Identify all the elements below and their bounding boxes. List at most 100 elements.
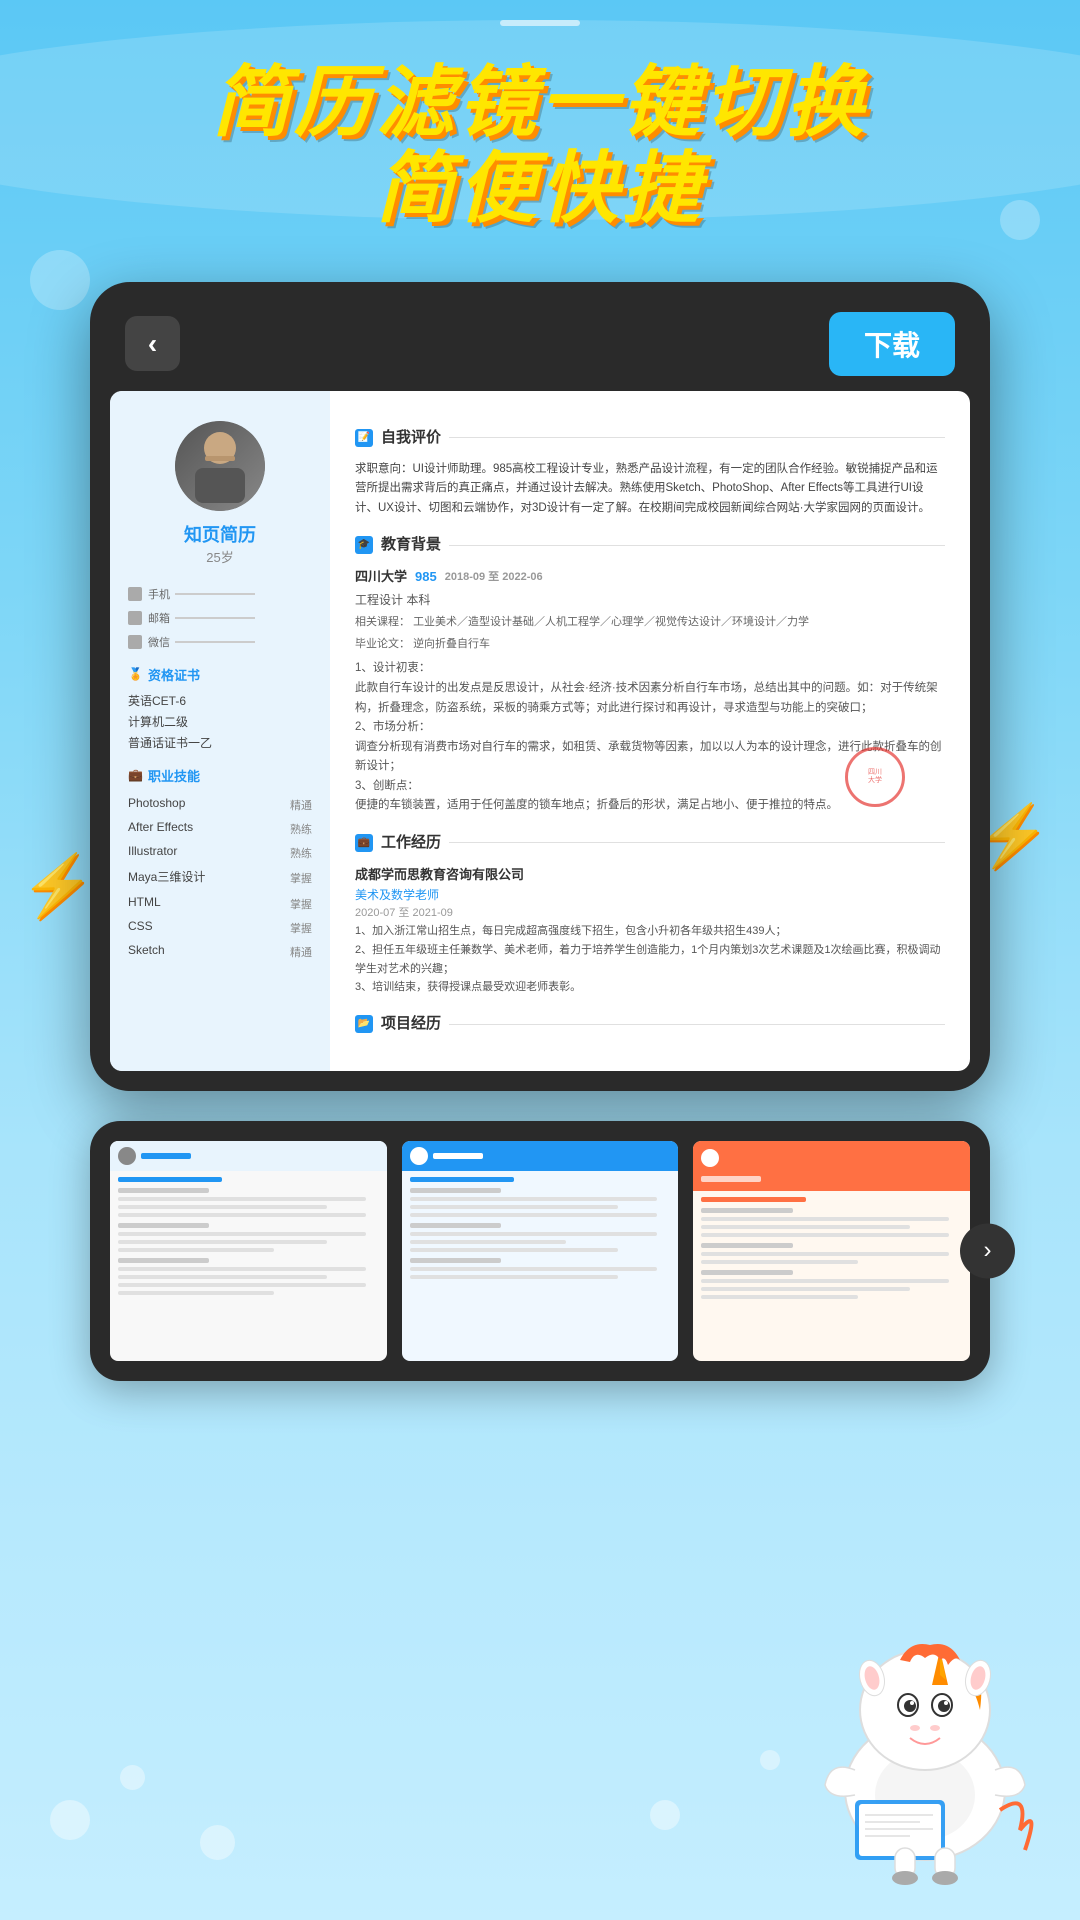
thesis-content: 逆向折叠自行车: [413, 638, 490, 650]
project-title: 项目经历: [381, 1012, 441, 1036]
skill-name-5: CSS: [128, 919, 153, 933]
thumb-body-2: [402, 1171, 679, 1361]
download-button[interactable]: 下载: [829, 312, 955, 376]
school-stamp: 四川大学: [845, 747, 905, 807]
work-desc3: 3、培训结束，获得授课点最受欢迎老师表彰。: [355, 978, 945, 997]
skill-level-4: 掌握: [290, 896, 312, 912]
thumb-avatar-2: [410, 1147, 428, 1165]
contact-email-row: 邮箱: [128, 610, 312, 626]
thumb-avatar-3: [701, 1149, 719, 1167]
edu-courses: 相关课程： 工业美术／造型设计基础／人机工程学／心理学／视觉传达设计／环境设计／…: [355, 614, 945, 632]
avatar-placeholder: [175, 421, 265, 511]
bubble-1: [50, 1800, 90, 1840]
thumb-name-2: [433, 1153, 483, 1159]
next-icon: ›: [984, 1237, 992, 1265]
certificates-list: 英语CET-6 计算机二级 普通话证书一乙: [128, 692, 312, 751]
self-eval-line: [449, 437, 945, 438]
title-line1: 简历滤镜一键切换: [212, 58, 868, 146]
thumb-header-3: [693, 1141, 970, 1191]
thumbnails-row: [110, 1141, 970, 1361]
wechat-value-line: [175, 641, 255, 643]
wechat-icon: [128, 635, 142, 649]
contact-phone-row: 手机: [128, 586, 312, 602]
thumb-content-1: [110, 1141, 387, 1361]
back-button[interactable]: ‹: [125, 316, 180, 371]
title-line2: 简便快捷: [0, 146, 1080, 232]
thumb-avatar-1: [118, 1147, 136, 1165]
skill-name-3: Maya三维设计: [128, 868, 205, 885]
education-icon: 🎓: [355, 536, 373, 554]
work-header: 💼 工作经历: [355, 831, 945, 855]
skill-row-1: After Effects 熟练: [128, 817, 312, 841]
skill-name-0: Photoshop: [128, 796, 185, 810]
avatar-area: 知页简历 25岁: [128, 421, 312, 566]
mascot: [800, 1610, 1050, 1890]
main-title: 简历滤镜一键切换 简便快捷: [0, 60, 1080, 232]
email-value-line: [175, 617, 255, 619]
self-eval-title: 自我评价: [381, 426, 441, 450]
contact-section: 手机 邮箱 微信: [128, 586, 312, 650]
education-line: [449, 545, 945, 546]
work-line: [449, 842, 945, 843]
skill-row-0: Photoshop 精通: [128, 793, 312, 817]
bubble-5: [650, 1800, 680, 1830]
work-block: 成都学而思教育咨询有限公司 美术及数学老师 2020-07 至 2021-09 …: [355, 865, 945, 997]
thumb-content-3: [693, 1141, 970, 1361]
education-header: 🎓 教育背景: [355, 533, 945, 557]
edu-degree: 工程设计 本科: [355, 591, 945, 610]
skill-level-6: 精通: [290, 944, 312, 960]
skill-level-0: 精通: [290, 797, 312, 813]
project-icon: 📂: [355, 1015, 373, 1033]
self-eval-header: 📝 自我评价: [355, 426, 945, 450]
thumbnail-2[interactable]: [402, 1141, 679, 1361]
contact-wechat-row: 微信: [128, 634, 312, 650]
email-icon: [128, 611, 142, 625]
avatar: [175, 421, 265, 511]
thumb-body-3: [693, 1191, 970, 1361]
desc1-title: 1、设计初衷：: [355, 659, 945, 679]
thumb-content-2: [402, 1141, 679, 1361]
courses-content: 工业美术／造型设计基础／人机工程学／心理学／视觉传达设计／环境设计／力学: [413, 616, 809, 628]
brand-age: 25岁: [206, 547, 233, 566]
skills-title: 职业技能: [128, 766, 312, 785]
header-area: 简历滤镜一键切换 简便快捷: [0, 0, 1080, 252]
mascot-svg: [800, 1610, 1050, 1890]
resume-sidebar: 知页简历 25岁 手机 邮箱 微信: [110, 391, 330, 1071]
email-label: 邮箱: [148, 610, 170, 626]
work-date: 2020-07 至 2021-09: [355, 905, 945, 923]
skill-level-2: 熟练: [290, 845, 312, 861]
device-frame: ‹ 下载 知页简历 25岁: [90, 282, 990, 1091]
skill-level-1: 熟练: [290, 821, 312, 837]
certificates-title-text: 资格证书: [148, 665, 200, 684]
project-line: [449, 1024, 945, 1025]
certificates-title: 资格证书: [128, 665, 312, 684]
edu-score: 985: [415, 567, 437, 588]
next-button[interactable]: ›: [960, 1223, 1015, 1278]
desc2-title: 2、市场分析：: [355, 718, 945, 738]
cert-item-0: 英语CET-6: [128, 692, 312, 709]
edu-school-row: 四川大学 985 2018-09 至 2022-06: [355, 567, 945, 588]
cert-item-1: 计算机二级: [128, 713, 312, 730]
courses-label: 相关课程：: [355, 616, 410, 628]
resume-content: 📝 自我评价 求职意向：UI设计师助理。985高校工程设计专业，熟悉产品设计流程…: [330, 391, 970, 1071]
edu-date: 2018-09 至 2022-06: [445, 569, 543, 587]
bubble-3: [200, 1825, 235, 1860]
skill-row-2: Illustrator 熟练: [128, 841, 312, 865]
skill-row-5: CSS 掌握: [128, 916, 312, 940]
skill-name-1: After Effects: [128, 820, 193, 834]
thumbnail-3[interactable]: [693, 1141, 970, 1361]
thesis-label: 毕业论文：: [355, 638, 410, 650]
skills-title-text: 职业技能: [148, 766, 200, 785]
thumb-name-1: [141, 1153, 191, 1159]
thumb-header-2: [402, 1141, 679, 1171]
edu-thesis: 毕业论文： 逆向折叠自行车: [355, 636, 945, 654]
resume-container: 知页简历 25岁 手机 邮箱 微信: [110, 391, 970, 1071]
thumbnail-1[interactable]: [110, 1141, 387, 1361]
project-header: 📂 项目经历: [355, 1012, 945, 1036]
work-desc: 1、加入浙江常山招生点，每日完成超高强度线下招生，包含小升初各年级共招生439人…: [355, 922, 945, 997]
work-role: 美术及数学老师: [355, 886, 945, 905]
decor-circle-1: [30, 250, 90, 310]
skill-level-3: 掌握: [290, 870, 312, 886]
thumb-body-1: [110, 1171, 387, 1361]
skill-row-3: Maya三维设计 掌握: [128, 865, 312, 892]
